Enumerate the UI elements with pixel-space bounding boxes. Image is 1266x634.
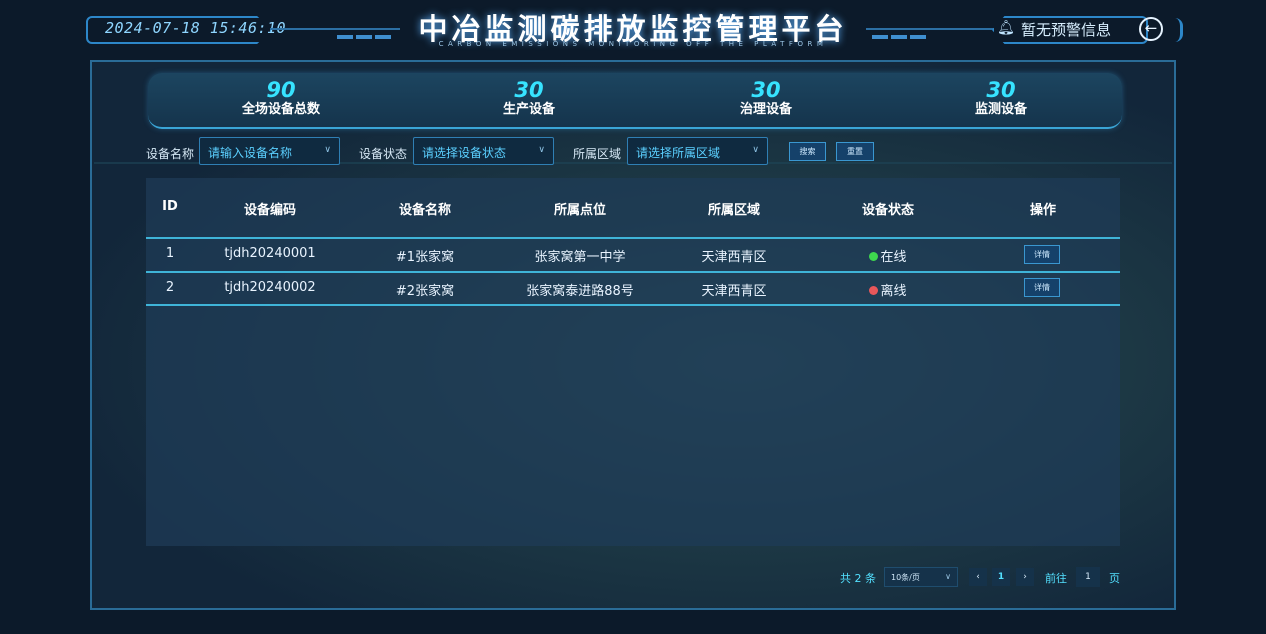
back-button[interactable]: ← <box>1139 17 1163 41</box>
cell-status: 离线 <box>818 280 958 299</box>
col-header-point: 所属点位 <box>553 203 606 218</box>
header-divider-left <box>270 28 400 30</box>
chevron-down-icon: ∨ <box>538 145 545 155</box>
stat-label: 全场设备总数 <box>241 102 320 117</box>
header-divider-right <box>866 28 994 30</box>
stat-production-devices: 30 生产设备 <box>459 73 599 118</box>
header-deco <box>910 35 926 39</box>
device-status-label: 设备状态 <box>359 147 408 161</box>
page-size-value: 10条/页 <box>891 573 920 582</box>
device-status-select[interactable]: 请选择设备状态 ∨ <box>413 137 554 165</box>
search-button[interactable]: 搜索 <box>789 142 826 161</box>
device-name-input[interactable]: 请输入设备名称 ∨ <box>199 137 340 165</box>
stat-label: 监测设备 <box>974 102 1027 117</box>
page-size-select[interactable]: 10条/页 ∨ <box>884 567 958 587</box>
goto-page-input[interactable]: 1 <box>1076 567 1100 587</box>
stat-treatment-devices: 30 治理设备 <box>696 73 836 118</box>
stat-monitoring-devices: 30 监测设备 <box>931 73 1071 118</box>
stat-label: 治理设备 <box>739 102 792 117</box>
back-arrow-icon: ← <box>1144 19 1158 37</box>
cell-area: 天津西青区 <box>701 284 767 299</box>
device-name-label: 设备名称 <box>146 147 195 161</box>
cell-code: tjdh20240002 <box>224 280 316 295</box>
device-status-placeholder: 请选择设备状态 <box>422 146 507 160</box>
chevron-down-icon: ∨ <box>752 145 759 155</box>
page-suffix: 页 <box>1109 572 1120 585</box>
area-placeholder: 请选择所属区域 <box>636 146 721 160</box>
col-header-id: ID <box>162 199 178 214</box>
cell-status: 在线 <box>818 246 958 265</box>
offline-status-dot <box>869 286 879 295</box>
stat-total-devices: 90 全场设备总数 <box>211 73 351 118</box>
area-label: 所属区域 <box>573 147 622 161</box>
header-deco <box>356 35 372 39</box>
cell-point: 张家窝第一中学 <box>534 250 626 265</box>
prev-page-button[interactable]: ‹ <box>969 568 987 586</box>
status-text: 在线 <box>880 250 907 265</box>
header-deco <box>872 35 888 39</box>
goto-label: 前往 <box>1045 572 1067 585</box>
header-deco <box>337 35 353 39</box>
datetime-display: 2024-07-18 15:46:10 <box>105 19 287 37</box>
online-status-dot <box>869 252 879 261</box>
col-header-area: 所属区域 <box>707 203 760 218</box>
chevron-down-icon: ∨ <box>945 572 951 581</box>
stat-value: 90 <box>266 78 296 102</box>
col-header-name: 设备名称 <box>398 203 451 218</box>
device-table <box>146 178 1120 546</box>
stats-bar: 90 全场设备总数 30 生产设备 30 治理设备 30 监测设备 <box>148 73 1122 129</box>
col-header-action: 操作 <box>1029 203 1056 218</box>
device-name-placeholder: 请输入设备名称 <box>208 146 293 160</box>
row-divider <box>146 304 1120 306</box>
pagination-total: 共 2 条 <box>840 572 876 585</box>
next-page-button[interactable]: › <box>1016 568 1034 586</box>
alert-message[interactable]: 暂无预警信息 <box>1021 19 1111 40</box>
detail-button[interactable]: 详情 <box>1024 278 1060 297</box>
page-subtitle: CARBON EMISSIONS MONITORING OFF THE PLAT… <box>438 40 828 48</box>
row-divider <box>146 237 1120 239</box>
stat-label: 生产设备 <box>502 102 555 117</box>
cell-code: tjdh20240001 <box>224 246 316 261</box>
detail-button[interactable]: 详情 <box>1024 245 1060 264</box>
header: 2024-07-18 15:46:10 中冶监测碳排放监控管理平台 CARBON… <box>0 0 1266 58</box>
stat-value: 30 <box>751 78 781 102</box>
col-header-code: 设备编码 <box>243 203 296 218</box>
page-number-current[interactable]: 1 <box>992 568 1010 586</box>
stat-value: 30 <box>514 78 544 102</box>
cell-id: 1 <box>165 246 175 261</box>
chevron-down-icon: ∨ <box>324 145 331 155</box>
area-select[interactable]: 请选择所属区域 ∨ <box>627 137 768 165</box>
cell-id: 2 <box>165 280 175 295</box>
header-deco <box>375 35 391 39</box>
reset-button[interactable]: 重置 <box>836 142 874 161</box>
cell-area: 天津西青区 <box>701 250 767 265</box>
col-header-status: 设备状态 <box>861 203 914 218</box>
cell-name: #1张家窝 <box>395 250 455 265</box>
cell-name: #2张家窝 <box>395 284 455 299</box>
cell-point: 张家窝泰进路88号 <box>526 284 634 299</box>
stat-value: 30 <box>986 78 1016 102</box>
bell-icon: 🔔︎ <box>997 20 1015 36</box>
status-text: 离线 <box>880 284 907 299</box>
row-divider <box>146 271 1120 273</box>
header-deco <box>1166 18 1183 42</box>
header-deco <box>891 35 907 39</box>
